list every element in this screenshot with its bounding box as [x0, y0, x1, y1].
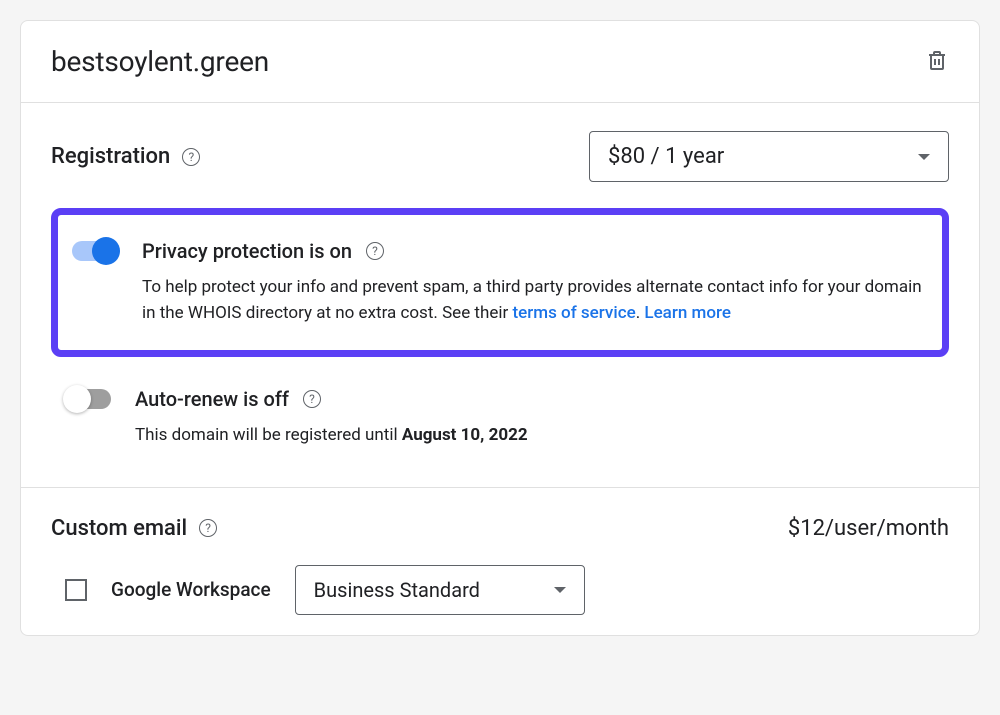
privacy-toggle[interactable] [72, 241, 118, 261]
auto-renew-title-row: Auto-renew is off ? [135, 387, 935, 411]
custom-email-title: Custom email [51, 516, 187, 541]
custom-email-row: Custom email ? $12/user/month [51, 516, 949, 541]
auto-renew-description: This domain will be registered until Aug… [135, 423, 935, 449]
privacy-title-row: Privacy protection is on ? [142, 239, 922, 263]
auto-renew-row: Auto-renew is off ? This domain will be … [51, 367, 949, 459]
workspace-label: Google Workspace [111, 578, 271, 601]
domain-settings-card: bestsoylent.green Registration ? $80 / 1… [20, 20, 980, 636]
privacy-protection-highlight: Privacy protection is on ? To help prote… [51, 208, 949, 357]
trash-icon [925, 48, 949, 72]
domain-name: bestsoylent.green [51, 45, 269, 78]
workspace-plan-dropdown[interactable]: Business Standard [295, 565, 585, 615]
help-icon[interactable]: ? [199, 519, 217, 537]
custom-email-section: Custom email ? $12/user/month Google Wor… [21, 488, 979, 635]
workspace-row: Google Workspace Business Standard [51, 565, 949, 615]
dropdown-value: $80 / 1 year [608, 144, 724, 169]
help-icon[interactable]: ? [366, 242, 384, 260]
terms-of-service-link[interactable]: terms of service [512, 303, 635, 323]
chevron-down-icon [554, 587, 566, 593]
help-icon[interactable]: ? [182, 148, 200, 166]
auto-renew-desc-prefix: This domain will be registered until [135, 425, 402, 445]
registration-term-dropdown[interactable]: $80 / 1 year [589, 131, 949, 182]
auto-renew-content: Auto-renew is off ? This domain will be … [135, 387, 935, 449]
auto-renew-toggle[interactable] [65, 389, 111, 409]
auto-renew-title: Auto-renew is off [135, 387, 289, 411]
help-icon[interactable]: ? [303, 390, 321, 408]
workspace-checkbox[interactable] [65, 579, 87, 601]
registration-section: Registration ? $80 / 1 year Privacy prot… [21, 103, 979, 488]
privacy-description: To help protect your info and prevent sp… [142, 275, 922, 326]
custom-email-label-group: Custom email ? [51, 516, 217, 541]
card-header: bestsoylent.green [21, 21, 979, 103]
privacy-title: Privacy protection is on [142, 239, 352, 263]
toggle-knob [92, 237, 120, 265]
registration-label-group: Registration ? [51, 144, 200, 169]
custom-email-price: $12/user/month [788, 516, 949, 541]
learn-more-link[interactable]: Learn more [644, 303, 731, 323]
delete-button[interactable] [925, 48, 949, 76]
registration-row: Registration ? $80 / 1 year [51, 131, 949, 182]
toggle-knob [63, 385, 91, 413]
chevron-down-icon [918, 154, 930, 160]
registration-title: Registration [51, 144, 170, 169]
auto-renew-date: August 10, 2022 [402, 425, 528, 445]
privacy-content: Privacy protection is on ? To help prote… [142, 239, 922, 326]
dropdown-value: Business Standard [314, 578, 480, 602]
